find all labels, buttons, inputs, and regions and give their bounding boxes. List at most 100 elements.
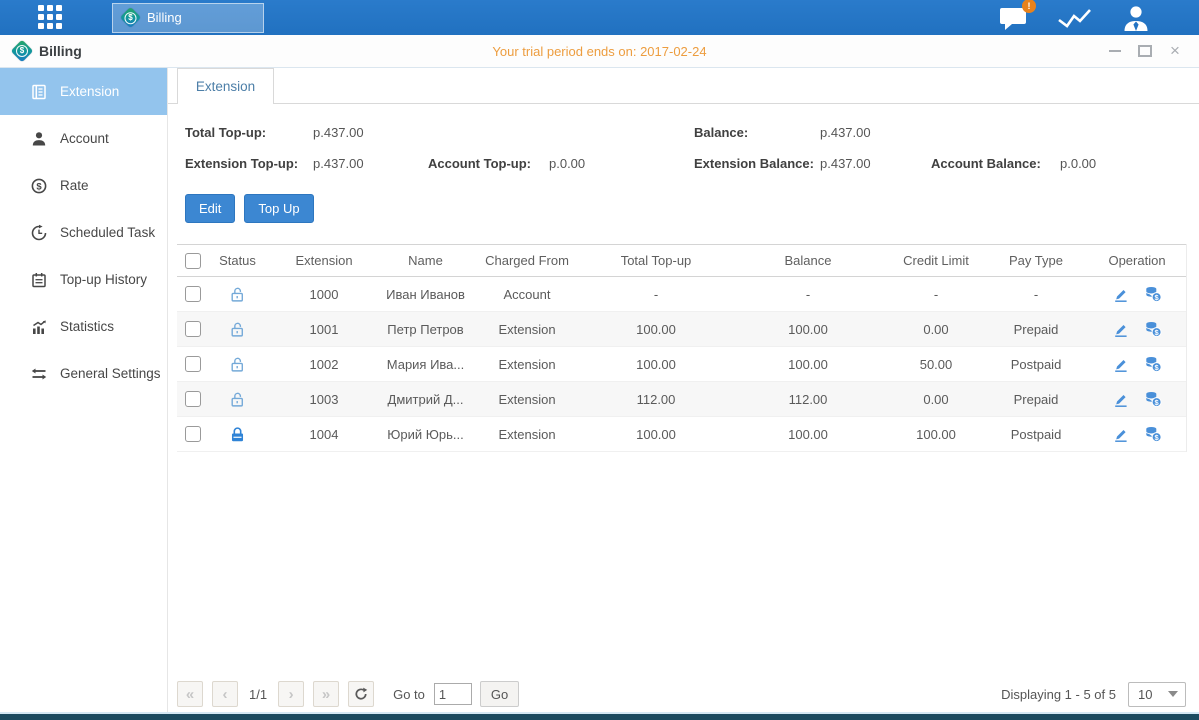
maximize-icon[interactable] — [1137, 43, 1153, 59]
table-header: Status Extension Name Charged From Total… — [177, 244, 1186, 277]
first-page-icon[interactable]: « — [177, 681, 203, 707]
edit-row-icon[interactable] — [1112, 356, 1129, 373]
page-size-select[interactable]: 10 — [1128, 682, 1186, 707]
edit-row-icon[interactable] — [1112, 321, 1129, 338]
edit-row-icon[interactable] — [1112, 286, 1129, 303]
cell-credit-limit: 100.00 — [888, 427, 984, 442]
pagination-bar: « ‹ 1/1 › » Go to Go Displaying 1 - 5 of… — [177, 680, 1186, 708]
topup-row-icon[interactable]: $ — [1144, 425, 1162, 443]
next-page-icon[interactable]: › — [278, 681, 304, 707]
cell-credit-limit: - — [888, 287, 984, 302]
col-pay-type: Pay Type — [984, 253, 1088, 268]
cell-credit-limit: 0.00 — [888, 392, 984, 407]
table-row: 1002 Мария Ива... Extension 100.00 100.0… — [177, 347, 1186, 382]
table-row: 1003 Дмитрий Д... Extension 112.00 112.0… — [177, 382, 1186, 417]
billing-summary: Total Top-up: p.437.00 Balance: p.437.00… — [168, 104, 1199, 179]
col-credit-limit: Credit Limit — [888, 253, 984, 268]
goto-page-input[interactable] — [434, 683, 472, 705]
cell-balance: 100.00 — [728, 357, 888, 372]
unlocked-icon — [229, 356, 246, 373]
go-button[interactable]: Go — [480, 681, 519, 707]
topup-row-icon[interactable]: $ — [1144, 285, 1162, 303]
sidebar-item-statistics[interactable]: Statistics — [0, 303, 167, 350]
table-row: 1001 Петр Петров Extension 100.00 100.00… — [177, 312, 1186, 347]
billing-window-icon: $ — [11, 40, 34, 63]
sidebar-item-extension[interactable]: Extension — [0, 68, 167, 115]
billing-window: $ Billing ! — [0, 0, 1199, 720]
desktop-topbar: $ Billing ! — [0, 0, 1199, 35]
row-checkbox[interactable] — [185, 286, 201, 302]
extension-balance-label: Extension Balance: — [694, 156, 820, 171]
sidebar-item-scheduled-task[interactable]: Scheduled Task — [0, 209, 167, 256]
refresh-icon[interactable] — [348, 681, 374, 707]
row-checkbox[interactable] — [185, 426, 201, 442]
sidebar-item-general-settings[interactable]: General Settings — [0, 350, 167, 397]
prev-page-icon[interactable]: ‹ — [212, 681, 238, 707]
col-extension: Extension — [267, 253, 381, 268]
sidebar-item-rate[interactable]: $ Rate — [0, 162, 167, 209]
cell-total-topup: 112.00 — [584, 392, 728, 407]
statistics-icon — [30, 318, 48, 336]
apps-grid-icon[interactable] — [38, 5, 64, 31]
col-charged-from: Charged From — [470, 253, 584, 268]
cell-name: Мария Ива... — [381, 357, 470, 372]
topup-row-icon[interactable]: $ — [1144, 355, 1162, 373]
cell-total-topup: - — [584, 287, 728, 302]
window-title: Billing — [39, 43, 82, 59]
col-name: Name — [381, 253, 470, 268]
notifications-icon[interactable]: ! — [999, 5, 1029, 32]
user-account-icon[interactable] — [1121, 4, 1151, 32]
account-topup-label: Account Top-up: — [428, 156, 549, 171]
balance-value: p.437.00 — [820, 125, 871, 140]
cell-credit-limit: 50.00 — [888, 357, 984, 372]
cell-credit-limit: 0.00 — [888, 322, 984, 337]
minimize-icon[interactable] — [1107, 43, 1123, 59]
close-icon[interactable]: × — [1167, 43, 1183, 59]
cell-charged-from: Extension — [470, 357, 584, 372]
row-checkbox[interactable] — [185, 321, 201, 337]
svg-text:$: $ — [36, 181, 42, 192]
extension-topup-value: p.437.00 — [313, 156, 428, 171]
trial-notice: Your trial period ends on: 2017-02-24 — [0, 44, 1199, 59]
cell-charged-from: Extension — [470, 427, 584, 442]
resource-monitor-icon[interactable] — [1057, 6, 1093, 32]
cell-charged-from: Extension — [470, 392, 584, 407]
extensions-table: Status Extension Name Charged From Total… — [177, 244, 1187, 452]
account-balance-label: Account Balance: — [931, 156, 1060, 171]
notification-badge: ! — [1022, 0, 1036, 13]
row-checkbox[interactable] — [185, 391, 201, 407]
table-row: 1000 Иван Иванов Account - - - - $ — [177, 277, 1186, 312]
tab-extension[interactable]: Extension — [177, 68, 274, 104]
table-row: 1004 Юрий Юрь... Extension 100.00 100.00… — [177, 417, 1186, 452]
topup-row-icon[interactable]: $ — [1144, 320, 1162, 338]
cell-pay-type: Postpaid — [984, 427, 1088, 442]
account-balance-value: p.0.00 — [1060, 156, 1096, 171]
sidebar-item-label: Statistics — [60, 319, 114, 334]
edit-row-icon[interactable] — [1112, 391, 1129, 408]
cell-extension: 1000 — [267, 287, 381, 302]
displaying-text: Displaying 1 - 5 of 5 — [1001, 687, 1116, 702]
edit-row-icon[interactable] — [1112, 426, 1129, 443]
topup-row-icon[interactable]: $ — [1144, 390, 1162, 408]
taskbar-billing-app[interactable]: $ Billing — [112, 3, 264, 33]
select-all-checkbox[interactable] — [185, 253, 201, 269]
cell-name: Дмитрий Д... — [381, 392, 470, 407]
sidebar-item-label: Scheduled Task — [60, 225, 155, 240]
cell-balance: 100.00 — [728, 427, 888, 442]
cell-extension: 1003 — [267, 392, 381, 407]
rate-icon: $ — [30, 177, 48, 195]
cell-extension: 1001 — [267, 322, 381, 337]
col-balance: Balance — [728, 253, 888, 268]
last-page-icon[interactable]: » — [313, 681, 339, 707]
cell-balance: - — [728, 287, 888, 302]
sidebar-item-account[interactable]: Account — [0, 115, 167, 162]
top-up-button[interactable]: Top Up — [244, 194, 313, 223]
tab-bar: Extension — [168, 68, 1199, 104]
col-operation: Operation — [1088, 253, 1186, 268]
taskbar-app-label: Billing — [147, 10, 182, 25]
page-indicator: 1/1 — [249, 687, 267, 702]
row-checkbox[interactable] — [185, 356, 201, 372]
total-topup-value: p.437.00 — [313, 125, 694, 140]
edit-button[interactable]: Edit — [185, 194, 235, 223]
sidebar-item-topup-history[interactable]: Top-up History — [0, 256, 167, 303]
